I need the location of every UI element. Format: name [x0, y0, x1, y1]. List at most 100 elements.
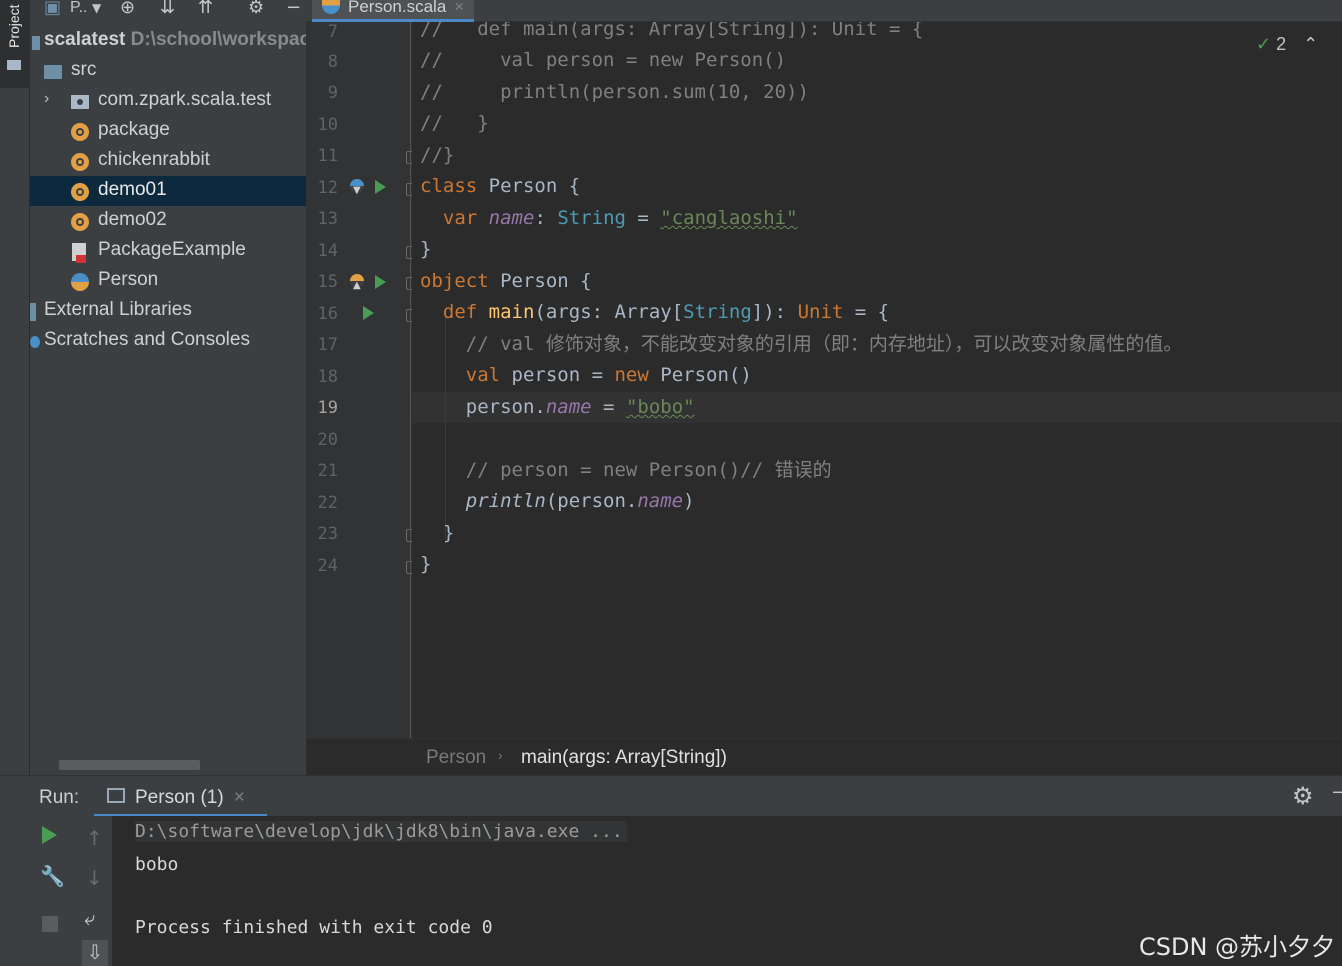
- module-icon: [32, 36, 40, 50]
- chevron-right-icon: ›: [498, 747, 503, 763]
- project-panel: ▣ P.. ▼ ⊕ ⇊ ⇈ ⚙ − scalatest D:\school\wo…: [30, 0, 306, 775]
- tree-item-package-object[interactable]: package: [30, 116, 306, 146]
- project-view-icon[interactable]: ▣: [44, 0, 61, 17]
- tree-item-demo01[interactable]: demo01: [30, 176, 306, 206]
- type-unit: Unit: [797, 301, 844, 323]
- line-number: 15: [317, 272, 338, 292]
- folder-icon: [7, 60, 21, 70]
- project-tool-tab-label: Project: [6, 4, 22, 48]
- horizontal-scrollbar[interactable]: [59, 760, 200, 770]
- project-tool-tab[interactable]: Project: [0, 0, 30, 88]
- close-icon[interactable]: ×: [454, 0, 464, 16]
- arrow-up-icon[interactable]: ↑: [86, 826, 103, 850]
- code-text: person.: [465, 396, 546, 418]
- watermark: CSDN @苏小夕夕: [1139, 933, 1336, 961]
- tab-person-scala[interactable]: Person.scala ×: [312, 0, 475, 22]
- line-number: 24: [317, 556, 338, 576]
- expand-all-icon[interactable]: ⇊: [160, 0, 175, 17]
- tree-item-scratches[interactable]: Scratches and Consoles: [30, 326, 306, 356]
- soft-wrap-icon[interactable]: ⤶: [84, 906, 95, 930]
- tree-item-label: Person: [98, 269, 159, 290]
- tree-item-module[interactable]: scalatest D:\school\workspace: [30, 26, 306, 56]
- keyword: var: [442, 207, 478, 229]
- string-literal: "canglaoshi": [660, 207, 798, 229]
- line-number: 7: [327, 22, 338, 42]
- tree-item-package[interactable]: › com.zpark.scala.test: [30, 86, 306, 116]
- gear-icon[interactable]: ⚙: [1292, 782, 1314, 811]
- chevron-down-icon[interactable]: ▼: [92, 0, 101, 16]
- package-object-icon: [71, 123, 89, 141]
- editor-gutter: 7 8 9 10 11 12 13 14 15 16 17 18 19 20 2…: [306, 22, 417, 738]
- hide-icon[interactable]: −: [1332, 782, 1342, 805]
- field-name: name: [488, 207, 535, 229]
- run-class-icon[interactable]: [375, 180, 386, 194]
- module-path: D:\school\workspace: [130, 29, 306, 50]
- stop-icon[interactable]: [42, 916, 58, 932]
- scala-class-object-icon: [322, 0, 340, 14]
- line-number: 17: [317, 335, 338, 355]
- hide-icon[interactable]: −: [286, 0, 301, 17]
- folder-icon: [44, 65, 62, 79]
- rerun-button[interactable]: [42, 826, 57, 844]
- collapse-all-icon[interactable]: ⇈: [198, 0, 213, 17]
- code-text: ]):: [751, 301, 798, 323]
- line-number: 20: [317, 430, 338, 450]
- line-number: 10: [317, 115, 338, 135]
- editor-tab-bar: Person.scala ×: [306, 0, 1342, 22]
- tree-item-external-libraries[interactable]: External Libraries: [30, 296, 306, 326]
- run-main-icon[interactable]: [363, 306, 374, 320]
- line-number: 18: [317, 367, 338, 387]
- tree-item-packageexample[interactable]: PackageExample: [30, 236, 306, 266]
- tree-item-person[interactable]: Person: [30, 266, 306, 296]
- code-line-10: // }: [420, 112, 489, 134]
- tree-item-src[interactable]: src: [30, 56, 306, 86]
- scratch-icon: [30, 336, 40, 348]
- arrow-down-icon[interactable]: ↓: [86, 866, 103, 890]
- code-text: ): [683, 490, 695, 512]
- tree-item-demo02[interactable]: demo02: [30, 206, 306, 236]
- keyword: val: [465, 364, 501, 386]
- locate-icon[interactable]: ⊕: [120, 0, 135, 17]
- code-text: (person.: [545, 490, 638, 512]
- breadcrumb-item[interactable]: main(args: Array[String]): [521, 747, 727, 769]
- inspection-widget[interactable]: ✓ 2 ⌃: [1256, 34, 1318, 55]
- tree-item-label: Scratches and Consoles: [44, 329, 250, 350]
- run-tab-person[interactable]: Person (1) ×: [94, 776, 267, 817]
- code-line-13: var name: String = "canglaoshi": [420, 203, 798, 234]
- code-text: Person(): [648, 364, 752, 386]
- close-icon[interactable]: ×: [234, 787, 245, 808]
- chevron-right-icon[interactable]: ›: [44, 90, 49, 108]
- keyword: class: [420, 175, 478, 197]
- project-view-dropdown[interactable]: P..: [70, 0, 88, 16]
- tree-item-label: src: [71, 59, 97, 80]
- gear-icon[interactable]: ⚙: [248, 0, 264, 17]
- scala-class-object-icon: [71, 273, 89, 291]
- breadcrumb: Person › main(args: Array[String]): [306, 738, 1342, 775]
- chevron-up-icon[interactable]: ⌃: [1303, 34, 1318, 54]
- run-object-icon[interactable]: [375, 275, 386, 289]
- tree-item-label: PackageExample: [98, 239, 246, 260]
- line-number: 11: [317, 146, 338, 166]
- tab-label: Person.scala: [348, 0, 447, 16]
- line-number: 14: [317, 241, 338, 261]
- run-toolbar: ↑ 🔧 ↓ ⤶ ⇩: [30, 816, 112, 966]
- code-line-24: }: [420, 553, 432, 575]
- scroll-to-end-icon[interactable]: ⇩: [82, 940, 108, 966]
- library-icon: [30, 303, 36, 321]
- companion-object-icon[interactable]: ▼: [350, 179, 364, 196]
- tree-item-label: package: [98, 119, 170, 140]
- wrench-icon[interactable]: 🔧: [40, 864, 65, 888]
- keyword: def: [442, 301, 478, 323]
- companion-class-icon[interactable]: ▲: [350, 274, 364, 291]
- code-text: Person {: [477, 175, 581, 197]
- code-text: person =: [500, 364, 615, 386]
- line-number: 13: [317, 209, 338, 229]
- code-line-22: println(person.name): [420, 486, 695, 517]
- run-label: Run:: [39, 787, 80, 808]
- tree-item-chickenrabbit[interactable]: chickenrabbit: [30, 146, 306, 176]
- code-editor[interactable]: // def main(args: Array[String]): Unit =…: [412, 22, 1342, 738]
- breadcrumb-item[interactable]: Person: [426, 747, 486, 769]
